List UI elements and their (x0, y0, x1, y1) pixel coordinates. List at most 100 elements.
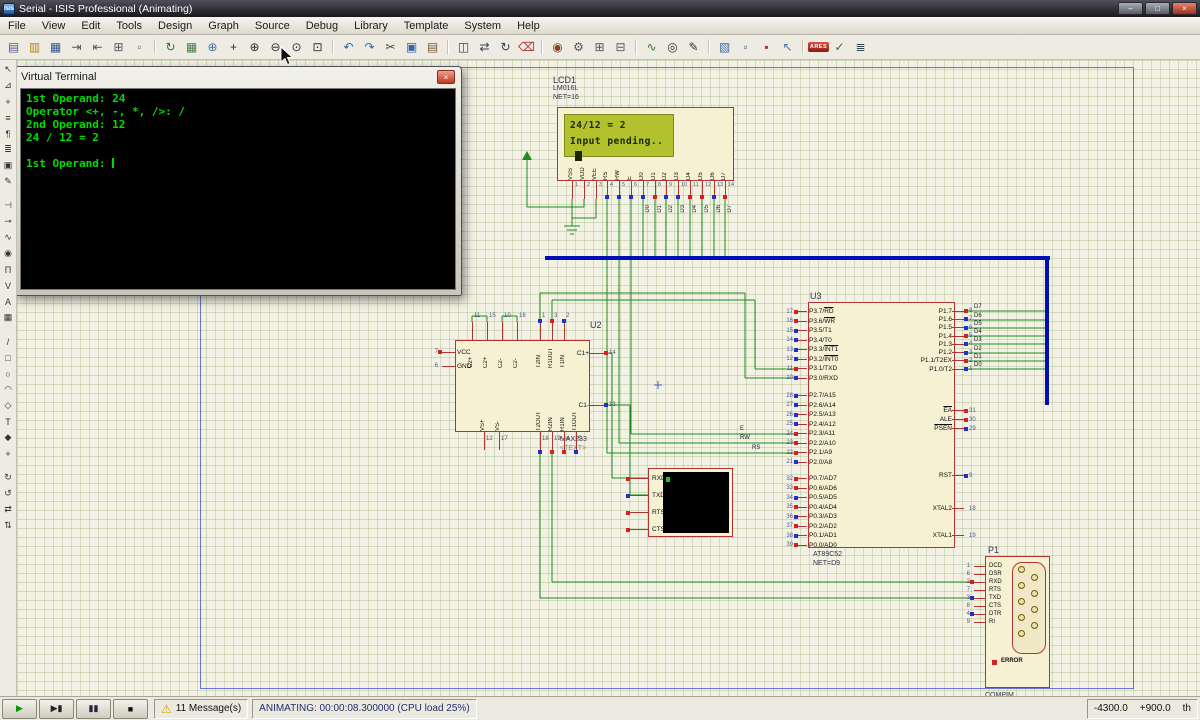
menu-item[interactable]: Tools (108, 18, 150, 34)
terminal-screen[interactable]: 1st Operand: 24 Operator <+, -, *, />: /2… (20, 88, 456, 290)
wire-label-mode[interactable]: ≡ (1, 110, 16, 125)
menu-item[interactable]: Template (396, 18, 457, 34)
mode-button[interactable] (1, 190, 16, 197)
autorouter-button[interactable]: ∿ (641, 37, 662, 58)
device-pins-mode[interactable]: ⊸ (1, 214, 16, 229)
mirror-x-button[interactable]: ⇄ (1, 502, 16, 517)
box-2d-tool[interactable]: □ (1, 350, 16, 365)
voltage-probe-mode[interactable]: V (1, 278, 16, 293)
block-rotate-button[interactable]: ↻ (495, 37, 516, 58)
toolbar-button[interactable] (332, 39, 334, 55)
graph-mode[interactable]: ∿ (1, 230, 16, 245)
menu-item[interactable]: Library (346, 18, 396, 34)
text-2d-tool[interactable]: T (1, 414, 16, 429)
ares-netlist-button[interactable]: ARES (807, 37, 830, 58)
mode-button[interactable] (1, 462, 16, 469)
copy-button[interactable]: ▣ (401, 37, 422, 58)
zoom-area-button[interactable]: ⊡ (307, 37, 328, 58)
component-mode[interactable]: ⊿ (1, 78, 16, 93)
block-copy-button[interactable]: ◫ (453, 37, 474, 58)
junction-dot-mode[interactable]: + (1, 94, 16, 109)
marker-2d-tool[interactable]: + (1, 446, 16, 461)
toolbar-button[interactable] (802, 39, 804, 55)
minimize-button[interactable]: – (1118, 2, 1143, 15)
rotate-cw-button[interactable]: ↻ (1, 470, 16, 485)
menu-item[interactable]: File (0, 18, 34, 34)
symbol-2d-tool[interactable]: ◆ (1, 430, 16, 445)
menu-item[interactable]: Source (247, 18, 298, 34)
grid-toggle-button[interactable]: ▦ (181, 37, 202, 58)
print-button[interactable]: ⊞ (108, 37, 129, 58)
redo-button[interactable]: ↷ (359, 37, 380, 58)
maximize-button[interactable]: □ (1145, 2, 1170, 15)
toolbar: ▤ ▥ ▦ ⇥ ⇤ ⊞ ▫ ↻ ▦ ⊕ + ⊕ ⊖ ⊙ ⊡ ↶ ↷ ✂ ▣ ▤ ◫ ⇄ ↻ ⌫ ◉ ⚙ ⊞ ⊟ ∿ ◎ ✎ ▧ ▫ ▪ ↖ ARES ✓… (0, 35, 1200, 60)
generator-mode[interactable]: Π (1, 262, 16, 277)
terminal-title-bar[interactable]: Virtual Terminal × (15, 67, 461, 87)
circle-2d-tool[interactable]: ○ (1, 366, 16, 381)
bill-of-materials-button[interactable]: ≣ (850, 37, 871, 58)
terminals-mode[interactable]: ⊣ (1, 198, 16, 213)
search-tag-button[interactable]: ◎ (662, 37, 683, 58)
property-tool-button[interactable]: ✎ (683, 37, 704, 58)
export-button[interactable]: ⇤ (87, 37, 108, 58)
paste-button[interactable]: ▤ (422, 37, 443, 58)
status-bar: ▶ ▶▮ ▮▮ ■ ⚠ 11 Message(s) ANIMATING: 00:00:… (0, 696, 1200, 720)
menu-item[interactable]: Debug (298, 18, 346, 34)
close-button[interactable]: × (1172, 2, 1197, 15)
tape-recorder-mode[interactable]: ◉ (1, 246, 16, 261)
mark-area-button[interactable]: ▫ (129, 37, 150, 58)
mirror-y-button[interactable]: ⇅ (1, 518, 16, 533)
toolbar-button[interactable] (635, 39, 637, 55)
new-sheet-button[interactable]: ▫ (735, 37, 756, 58)
menu-item[interactable]: System (456, 18, 509, 34)
origin-button[interactable]: ⊕ (202, 37, 223, 58)
menu-item[interactable]: Help (509, 18, 548, 34)
goto-sheet-button[interactable]: ↖ (777, 37, 798, 58)
cursor-snap-button[interactable]: + (223, 37, 244, 58)
virtual-instruments-mode[interactable]: ▦ (1, 310, 16, 325)
zoom-in-button[interactable]: ⊕ (244, 37, 265, 58)
menu-item[interactable]: Graph (200, 18, 247, 34)
line-2d-tool[interactable]: / (1, 334, 16, 349)
block-move-button[interactable]: ⇄ (474, 37, 495, 58)
bus-mode[interactable]: ≣ (1, 142, 16, 157)
new-file-button[interactable]: ▤ (3, 37, 24, 58)
design-explorer-button[interactable]: ▧ (714, 37, 735, 58)
remove-sheet-button[interactable]: ▪ (756, 37, 777, 58)
rotate-ccw-button[interactable]: ↺ (1, 486, 16, 501)
block-delete-button[interactable]: ⌫ (516, 37, 537, 58)
menu-item[interactable]: Edit (73, 18, 108, 34)
terminal-close-button[interactable]: × (437, 70, 455, 84)
message-panel[interactable]: ⚠ 11 Message(s) (154, 698, 249, 719)
subcircuit-mode[interactable]: ▣ (1, 158, 16, 173)
decompose-button[interactable]: ⊟ (610, 37, 631, 58)
step-button[interactable]: ▶▮ (39, 698, 74, 719)
cut-button[interactable]: ✂ (380, 37, 401, 58)
text-script-mode[interactable]: ¶ (1, 126, 16, 141)
pause-button[interactable]: ▮▮ (76, 698, 111, 719)
mode-button[interactable] (1, 326, 16, 333)
electrical-check-button[interactable]: ✓ (829, 37, 850, 58)
play-button[interactable]: ▶ (2, 698, 37, 719)
save-button[interactable]: ▦ (45, 37, 66, 58)
packaging-button[interactable]: ⊞ (589, 37, 610, 58)
open-folder-button[interactable]: ▥ (24, 37, 45, 58)
path-2d-tool[interactable]: ◇ (1, 398, 16, 413)
arc-2d-tool[interactable]: ◠ (1, 382, 16, 397)
virtual-terminal-window[interactable]: Virtual Terminal × 1st Operand: 24 Operat… (14, 66, 462, 296)
pick-device-button[interactable]: ◉ (547, 37, 568, 58)
toolbar-button[interactable] (708, 39, 710, 55)
undo-button[interactable]: ↶ (338, 37, 359, 58)
import-button[interactable]: ⇥ (66, 37, 87, 58)
menu-item[interactable]: Design (150, 18, 200, 34)
toolbar-button[interactable] (541, 39, 543, 55)
menu-item[interactable]: View (34, 18, 74, 34)
toolbar-button[interactable] (447, 39, 449, 55)
stop-button[interactable]: ■ (113, 698, 148, 719)
redraw-button[interactable]: ↻ (160, 37, 181, 58)
instant-edit-mode[interactable]: ✎ (1, 174, 16, 189)
current-probe-mode[interactable]: A (1, 294, 16, 309)
selection-tool[interactable]: ↖ (1, 62, 16, 77)
make-device-button[interactable]: ⚙ (568, 37, 589, 58)
toolbar-button[interactable] (154, 39, 156, 55)
